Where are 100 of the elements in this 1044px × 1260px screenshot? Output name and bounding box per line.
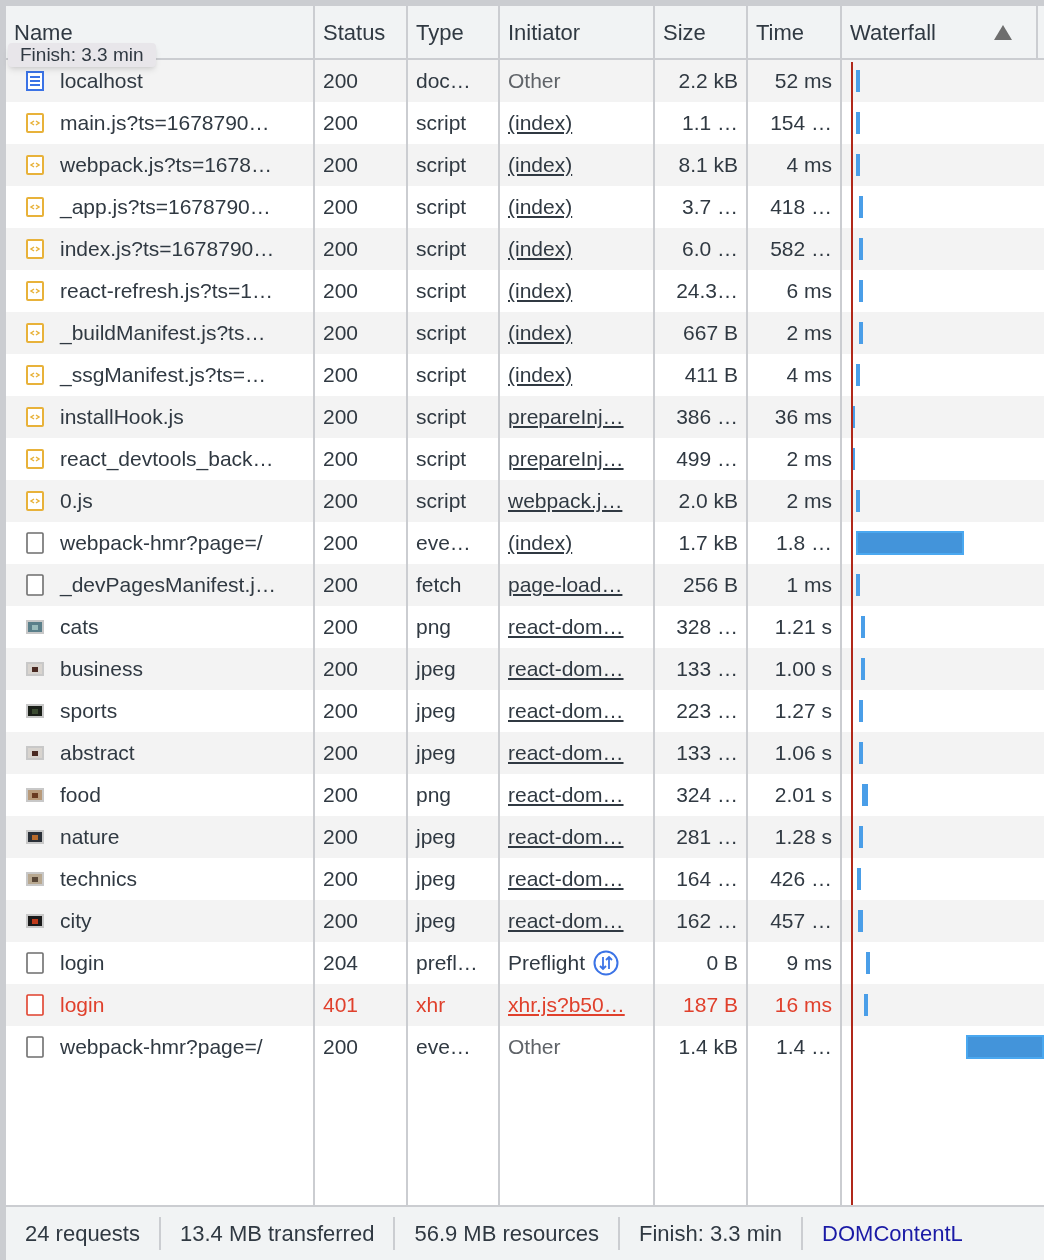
- time-value: 1.8 …: [775, 530, 832, 557]
- initiator-link[interactable]: (index): [508, 275, 573, 307]
- timing-bar: [861, 616, 865, 638]
- initiator-link[interactable]: page-load…: [508, 569, 623, 601]
- resource-type: fetch: [416, 572, 462, 599]
- timing-bar: [859, 700, 863, 722]
- initiator-link[interactable]: react-dom…: [508, 611, 624, 643]
- preflight-arrows-icon[interactable]: [593, 950, 620, 976]
- size-value: 386 …: [676, 404, 738, 431]
- size-value: 1.1 …: [681, 110, 738, 137]
- initiator-text: Other: [508, 1034, 561, 1061]
- request-name: react-refresh.js?ts=1…: [60, 278, 273, 305]
- status-code: 200: [323, 614, 359, 641]
- resource-type: png: [416, 782, 452, 809]
- size-value: 256 B: [683, 572, 738, 599]
- timing-bar: [856, 364, 860, 386]
- initiator-link[interactable]: react-dom…: [508, 821, 624, 853]
- resource-type: png: [416, 614, 452, 641]
- column-header[interactable]: Type: [416, 15, 464, 49]
- size-value: 0 B: [706, 950, 738, 977]
- blank-file-icon: [26, 1036, 44, 1058]
- size-value: 1.7 kB: [678, 530, 738, 557]
- status-code: 200: [323, 824, 359, 851]
- size-value: 3.7 …: [681, 194, 738, 221]
- time-value: 1.21 s: [774, 614, 832, 641]
- time-value: 1 ms: [786, 572, 832, 599]
- status-code: 200: [323, 194, 359, 221]
- initiator-link[interactable]: prepareInj…: [508, 401, 624, 433]
- request-name: 0.js: [60, 488, 93, 515]
- column-header[interactable]: Initiator: [508, 15, 581, 49]
- initiator-link[interactable]: prepareInj…: [508, 443, 624, 475]
- request-name: localhost: [60, 68, 143, 95]
- initiator-link[interactable]: react-dom…: [508, 695, 624, 727]
- initiator-text: Preflight: [508, 950, 586, 977]
- size-value: 328 …: [676, 614, 738, 641]
- timing-bar: [856, 154, 860, 176]
- size-value: 133 …: [676, 656, 738, 683]
- initiator-link[interactable]: react-dom…: [508, 905, 624, 937]
- initiator-link[interactable]: react-dom…: [508, 653, 624, 685]
- initiator-link[interactable]: webpack.j…: [508, 485, 623, 517]
- column-header[interactable]: Size: [663, 15, 706, 49]
- resource-type: doc…: [416, 68, 471, 95]
- script-file-icon: [26, 113, 44, 133]
- initiator-link[interactable]: (index): [508, 359, 573, 391]
- request-name: technics: [60, 866, 138, 893]
- initiator-link[interactable]: react-dom…: [508, 863, 624, 895]
- request-name: sports: [60, 698, 118, 725]
- initiator-link[interactable]: (index): [508, 317, 573, 349]
- size-value: 499 …: [676, 446, 738, 473]
- status-code: 200: [323, 698, 359, 725]
- initiator-link[interactable]: (index): [508, 191, 573, 223]
- timing-bar: [856, 574, 860, 596]
- status-code: 200: [323, 656, 359, 683]
- column-header[interactable]: Status: [323, 15, 386, 49]
- initiator-link[interactable]: react-dom…: [508, 737, 624, 769]
- request-name: main.js?ts=1678790…: [60, 110, 270, 137]
- request-name: webpack-hmr?page=/: [60, 1034, 263, 1061]
- request-name: city: [60, 908, 92, 935]
- resource-type: jpeg: [416, 740, 456, 767]
- resource-type: script: [416, 110, 467, 137]
- size-value: 667 B: [683, 320, 738, 347]
- timing-bar: [857, 868, 861, 890]
- image-thumbnail-icon: [26, 788, 44, 802]
- initiator-link[interactable]: (index): [508, 149, 573, 181]
- request-name: business: [60, 656, 143, 683]
- initiator-link[interactable]: xhr.js?b50…: [508, 989, 625, 1021]
- status-code: 200: [323, 530, 359, 557]
- timing-bar: [859, 322, 863, 344]
- time-value: 1.27 s: [774, 698, 832, 725]
- blank-file-icon: [26, 952, 44, 974]
- time-value: 16 ms: [774, 992, 832, 1019]
- initiator-link[interactable]: (index): [508, 233, 573, 265]
- timing-bar: [866, 952, 870, 974]
- size-value: 411 B: [684, 362, 738, 389]
- timing-bar: [858, 910, 863, 932]
- script-file-icon: [26, 281, 44, 301]
- script-file-icon: [26, 407, 44, 427]
- time-value: 2 ms: [786, 320, 832, 347]
- size-value: 133 …: [676, 740, 738, 767]
- size-value: 324 …: [676, 782, 738, 809]
- column-header[interactable]: Time: [756, 15, 805, 49]
- initiator-link[interactable]: (index): [508, 107, 573, 139]
- time-value: 36 ms: [774, 404, 832, 431]
- time-value: 426 …: [770, 866, 832, 893]
- request-name: _buildManifest.js?ts…: [60, 320, 266, 347]
- initiator-link[interactable]: (index): [508, 527, 573, 559]
- request-name: _devPagesManifest.j…: [60, 572, 276, 599]
- status-code: 200: [323, 740, 359, 767]
- size-value: 24.3…: [676, 278, 738, 305]
- status-code: 200: [323, 572, 359, 599]
- summary-text: 13.4 MB transferred: [160, 1217, 396, 1250]
- resource-type: script: [416, 362, 467, 389]
- summary-text: 56.9 MB resources: [395, 1217, 621, 1250]
- timing-bar: [859, 196, 863, 218]
- request-name: cats: [60, 614, 99, 641]
- script-file-icon: [26, 155, 44, 175]
- image-thumbnail-icon: [26, 914, 44, 928]
- column-header[interactable]: Waterfall: [850, 15, 936, 49]
- initiator-link[interactable]: react-dom…: [508, 779, 624, 811]
- timing-bar: [862, 784, 868, 806]
